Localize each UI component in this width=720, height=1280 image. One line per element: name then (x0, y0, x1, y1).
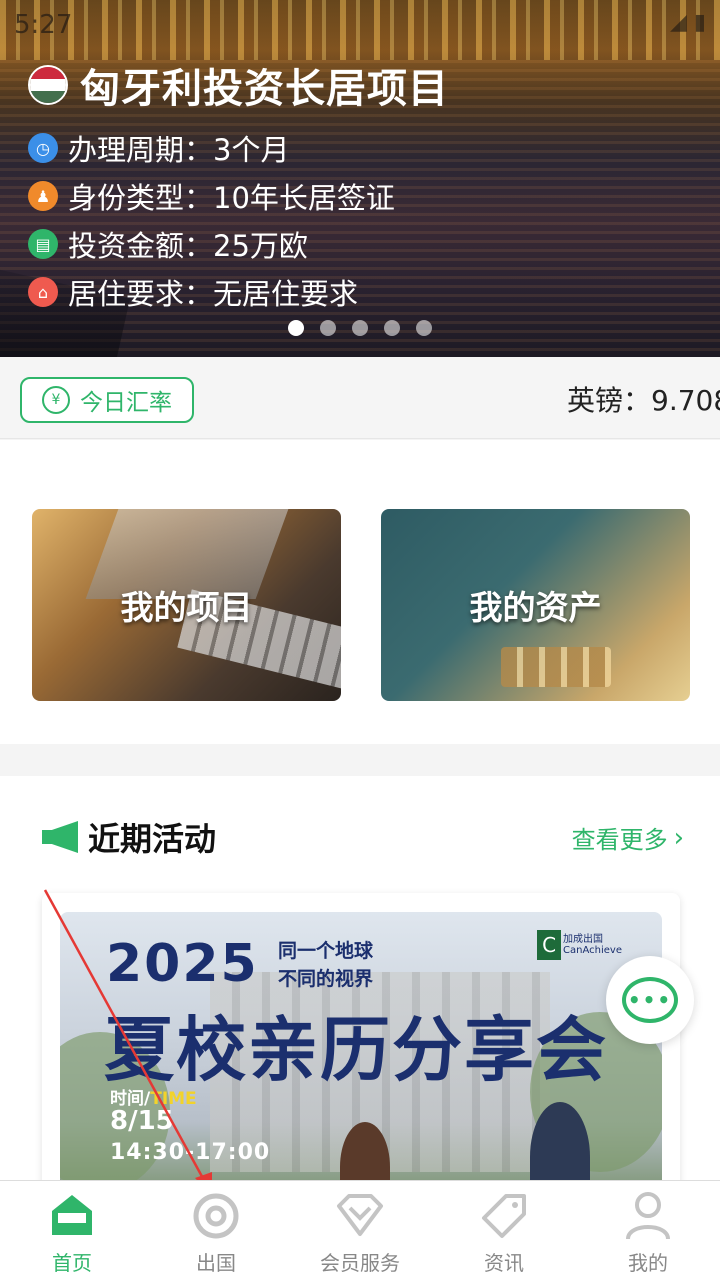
carousel-dots[interactable] (288, 320, 432, 336)
info-row-residence: ⌂ 居住要求： 无居住要求 (28, 268, 395, 316)
info-label: 办理周期： (68, 133, 214, 167)
hero-banner[interactable]: 5:27 ◢ ▮ 匈牙利投资长居项目 ◷ 办理周期： 3个月 ♟ 身份类型： 1… (0, 0, 720, 357)
target-icon (191, 1191, 241, 1241)
info-row-identity: ♟ 身份类型： 10年长居签证 (28, 172, 395, 220)
person-icon: ♟ (28, 181, 58, 211)
carousel-dot[interactable] (352, 320, 368, 336)
logo-mark-icon: C (537, 930, 562, 960)
info-label: 身份类型： (68, 181, 214, 215)
my-project-card[interactable]: 我的项目 (32, 509, 341, 701)
carousel-dot[interactable] (288, 320, 304, 336)
activity-card[interactable]: 2025 同一个地球 不同的视界 C 加成出国 CanAchieve 夏校亲历分… (42, 893, 680, 1203)
info-value: 3个月 (213, 133, 290, 167)
exchange-rate-bar: ¥ 今日汇率 英镑：9.708 (0, 357, 720, 439)
info-row-investment: ▤ 投资金额： 25万欧 (28, 220, 395, 268)
carousel-dot[interactable] (416, 320, 432, 336)
poster-hours: 14:30-17:00 (110, 1140, 271, 1165)
tab-label: 出国 (196, 1251, 236, 1275)
tab-label: 我的 (628, 1251, 668, 1275)
poster-subtitle-1: 同一个地球 (278, 940, 374, 962)
shortcut-cards: 我的项目 我的资产 (0, 440, 720, 744)
hero-info-list: ◷ 办理周期： 3个月 ♟ 身份类型： 10年长居签证 ▤ 投资金额： 25万欧… (28, 124, 395, 316)
my-asset-card[interactable]: 我的资产 (381, 509, 690, 701)
chevron-right-icon: › (673, 822, 684, 853)
today-rate-label: 今日汇率 (80, 390, 172, 416)
tab-label: 会员服务 (320, 1251, 400, 1275)
chat-support-icon: ••• (622, 977, 678, 1023)
info-label: 居住要求： (68, 277, 214, 311)
my-asset-label: 我的资产 (469, 588, 602, 627)
customer-service-button[interactable]: ••• (606, 956, 694, 1044)
info-value: 25万欧 (213, 229, 308, 263)
status-time: 5:27 (14, 10, 73, 40)
canachieve-logo: C 加成出国 CanAchieve (537, 930, 622, 960)
tab-news[interactable]: 资讯 (432, 1181, 576, 1280)
tab-mine[interactable]: 我的 (576, 1181, 720, 1280)
bottom-tab-bar: 首页 出国 会员服务 资讯 我的 (0, 1180, 720, 1280)
hungary-flag-icon (28, 65, 68, 105)
poster-year: 2025 (106, 934, 259, 994)
tab-label: 首页 (52, 1251, 92, 1275)
banner-parliament-lights (0, 0, 720, 60)
status-icons: ◢ ▮ (669, 10, 706, 35)
home-tab-icon (47, 1191, 97, 1241)
see-more-link[interactable]: 查看更多 › (572, 820, 684, 855)
info-value: 无居住要求 (213, 277, 359, 311)
carousel-dot[interactable] (384, 320, 400, 336)
tag-icon (479, 1191, 529, 1241)
hero-title-row: 匈牙利投资长居项目 (28, 56, 449, 114)
info-row-period: ◷ 办理周期： 3个月 (28, 124, 395, 172)
tab-membership[interactable]: 会员服务 (288, 1181, 432, 1280)
logo-en: CanAchieve (563, 945, 622, 956)
my-project-label: 我的项目 (120, 588, 253, 627)
tab-label: 资讯 (484, 1251, 524, 1275)
activity-poster[interactable]: 2025 同一个地球 不同的视界 C 加成出国 CanAchieve 夏校亲历分… (60, 912, 662, 1203)
megaphone-icon (42, 821, 78, 853)
diamond-icon (335, 1191, 385, 1241)
tab-abroad[interactable]: 出国 (144, 1181, 288, 1280)
app-screen: 5:27 ◢ ▮ 匈牙利投资长居项目 ◷ 办理周期： 3个月 ♟ 身份类型： 1… (0, 0, 720, 1280)
carousel-dot[interactable] (320, 320, 336, 336)
rate-ticker: 英镑：9.708 (567, 384, 720, 417)
tab-home[interactable]: 首页 (0, 1181, 144, 1280)
currency-exchange-icon: ¥ (42, 386, 70, 414)
see-more-label: 查看更多 (571, 826, 668, 854)
today-rate-button[interactable]: ¥ 今日汇率 (20, 377, 194, 423)
clock-icon: ◷ (28, 133, 58, 163)
poster-subtitle-2: 不同的视界 (278, 968, 374, 990)
info-value: 10年长居签证 (213, 181, 395, 215)
activity-header: 近期活动 (42, 814, 216, 860)
info-label: 投资金额： (68, 229, 214, 263)
activity-title: 近期活动 (88, 820, 217, 858)
logo-cn: 加成出国 (563, 934, 604, 945)
coins-image (501, 647, 611, 687)
money-icon: ▤ (28, 229, 58, 259)
poster-date: 8/15 (110, 1106, 174, 1136)
home-icon: ⌂ (28, 277, 58, 307)
hero-title: 匈牙利投资长居项目 (80, 66, 449, 112)
user-icon (623, 1191, 673, 1241)
poster-headline: 夏校亲历分享会 (104, 1009, 608, 1091)
